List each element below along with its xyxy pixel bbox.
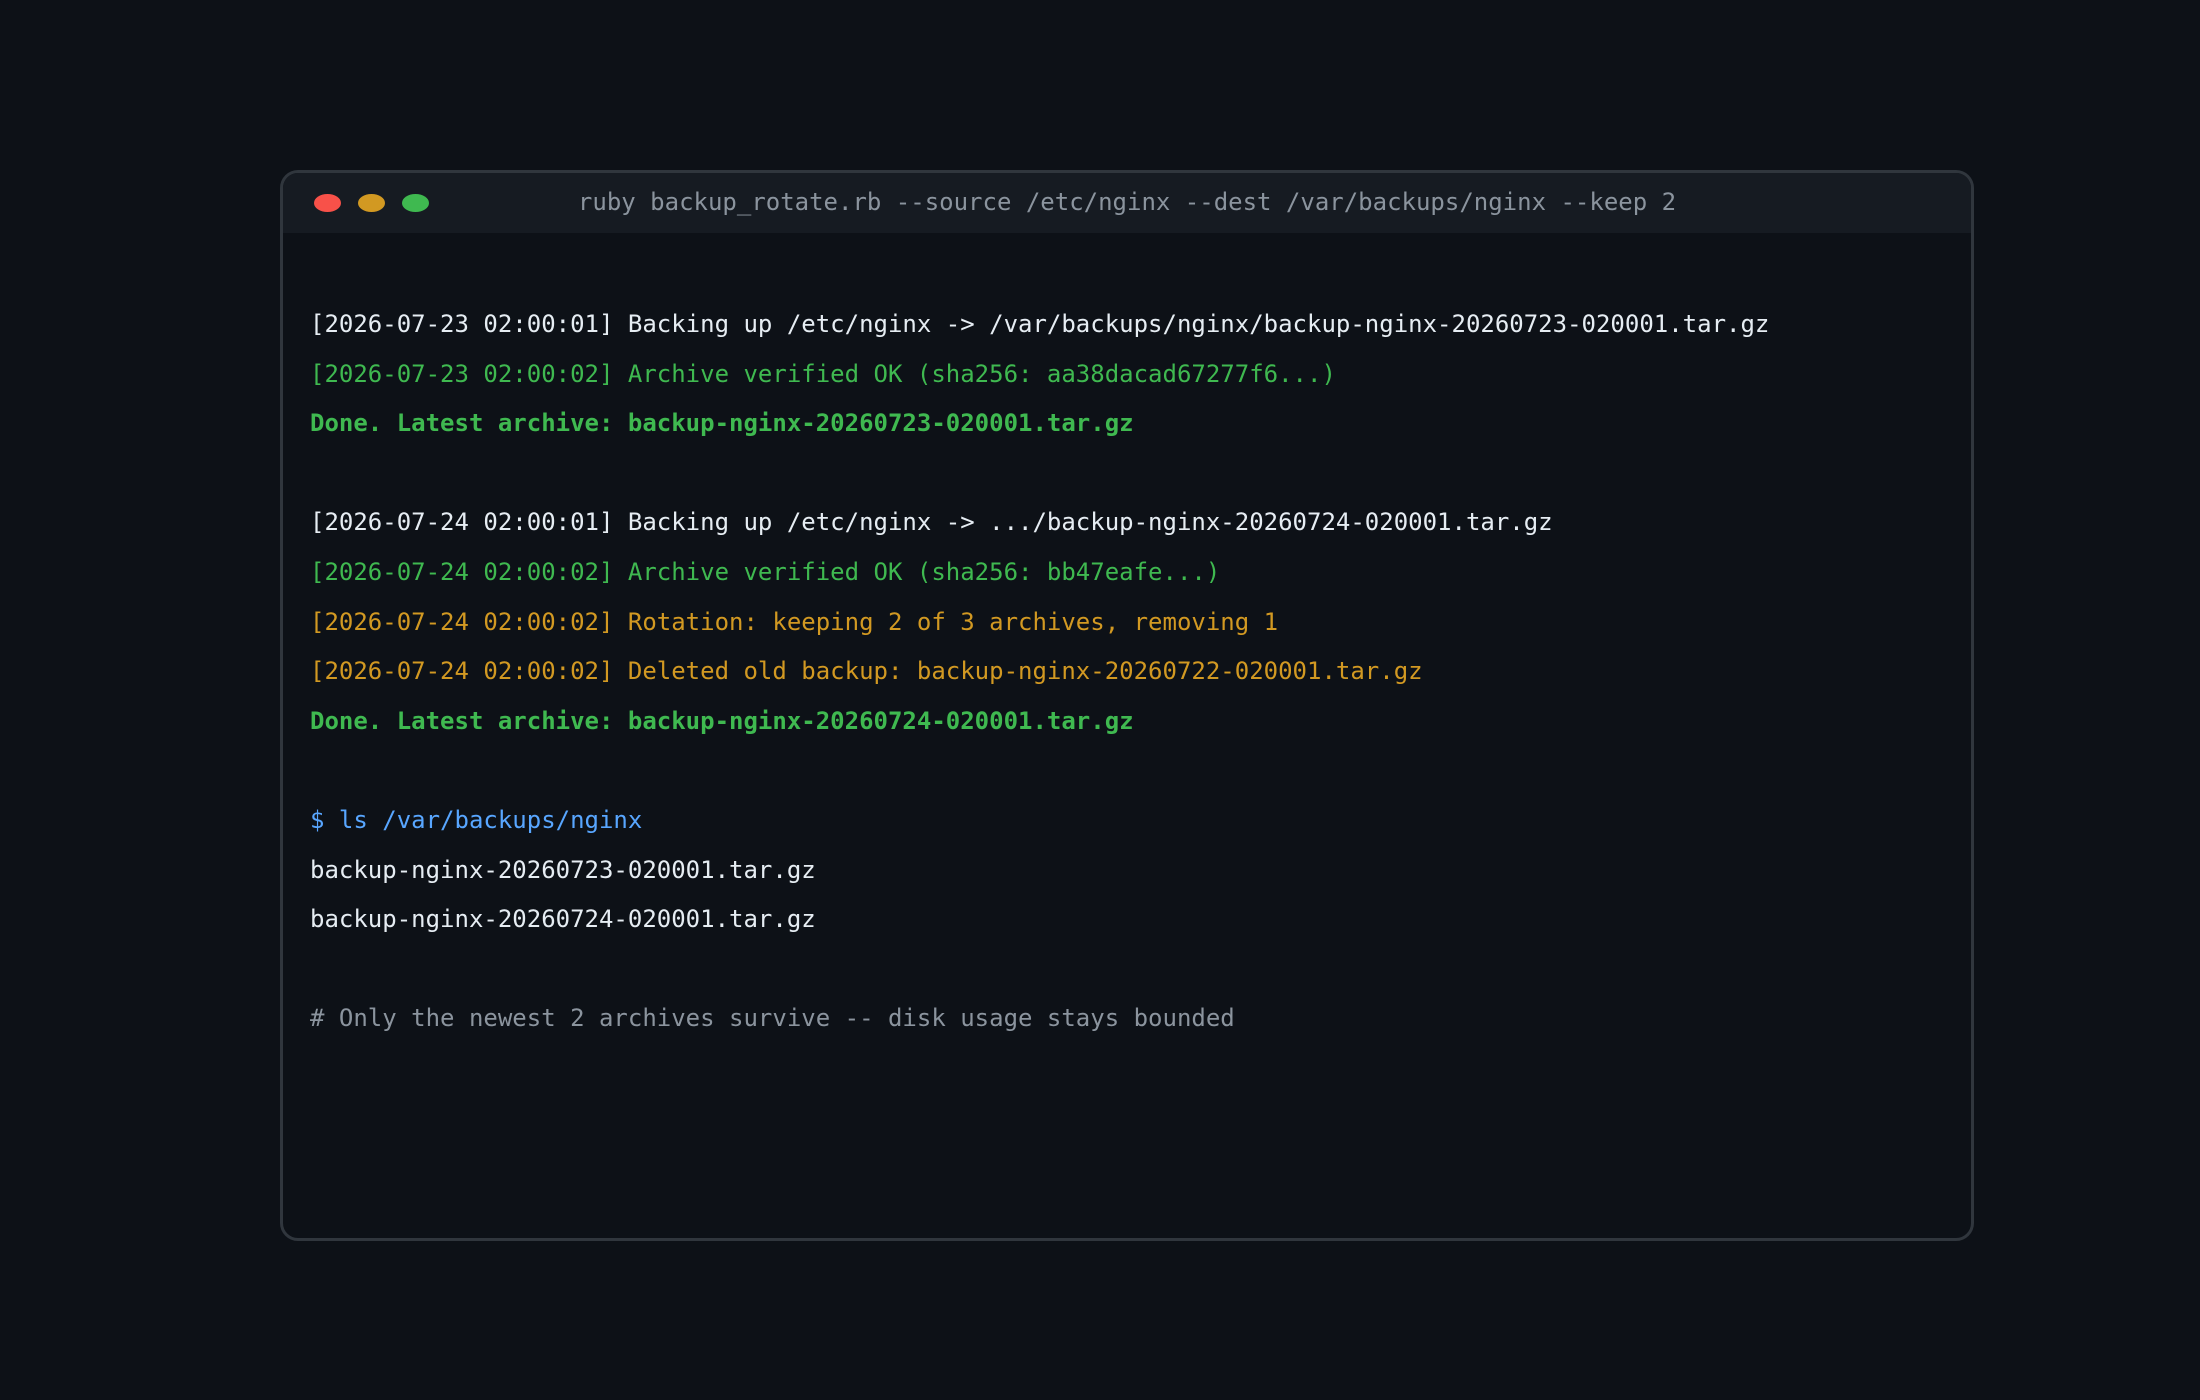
done-line: Done. Latest archive: backup-nginx-20260… bbox=[310, 706, 1134, 735]
window-title: ruby backup_rotate.rb --source /etc/ngin… bbox=[577, 188, 1677, 216]
log-line-backup: [2026-07-23 02:00:01] Backing up /etc/ng… bbox=[310, 310, 1770, 338]
terminal-window[interactable]: ruby backup_rotate.rb --source /etc/ngin… bbox=[280, 170, 1974, 1241]
log-line-deleted: [2026-07-24 02:00:02] Deleted old backup… bbox=[310, 657, 1423, 686]
log-line-verified: [2026-07-24 02:00:02] Archive verified O… bbox=[310, 557, 1221, 586]
title-bar: ruby backup_rotate.rb --source /etc/ngin… bbox=[283, 173, 1971, 233]
done-line: Done. Latest archive: backup-nginx-20260… bbox=[310, 409, 1134, 438]
log-line-rotation: [2026-07-24 02:00:02] Rotation: keeping … bbox=[310, 607, 1279, 636]
shell-command: $ ls /var/backups/nginx bbox=[310, 805, 643, 834]
log-line-verified: [2026-07-23 02:00:02] Archive verified O… bbox=[310, 359, 1336, 388]
file-listing-item: backup-nginx-20260724-020001.tar.gz bbox=[310, 905, 816, 934]
log-line-backup: [2026-07-24 02:00:01] Backing up /etc/ng… bbox=[310, 508, 1553, 537]
terminal-output[interactable]: [2026-07-23 02:00:01] Backing up /etc/ng… bbox=[310, 300, 1951, 1044]
comment-line: # Only the newest 2 archives survive -- … bbox=[310, 1004, 1235, 1033]
file-listing-item: backup-nginx-20260723-020001.tar.gz bbox=[310, 855, 816, 884]
